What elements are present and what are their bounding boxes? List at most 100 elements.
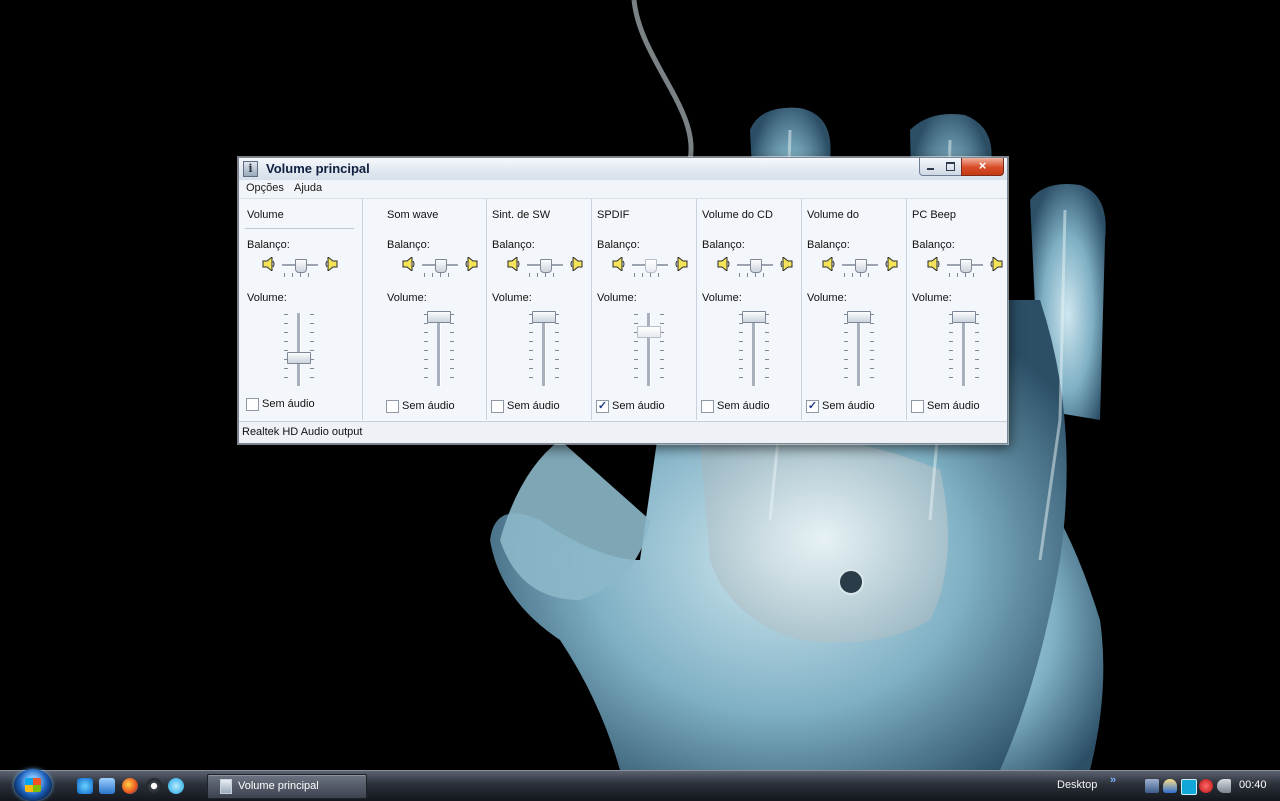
channel-strip: Som wave Balanço: Volume: Sem áudio xyxy=(382,199,487,420)
volume-app-icon xyxy=(220,779,232,794)
outlook-icon[interactable] xyxy=(99,778,115,794)
volume-ticks-left xyxy=(424,314,428,386)
volume-slider[interactable] xyxy=(842,311,878,389)
right-speaker-icon xyxy=(779,255,793,273)
start-button[interactable] xyxy=(14,769,52,801)
volume-mixer-window: i Volume principal × Opções Ajuda Volume… xyxy=(238,157,1008,444)
firefox-icon[interactable] xyxy=(122,778,138,794)
menu-bar: Opções Ajuda xyxy=(239,180,1007,199)
maximize-button[interactable] xyxy=(940,158,962,176)
network-icon[interactable] xyxy=(1145,779,1159,793)
divider xyxy=(245,228,354,229)
volume-ticks-left xyxy=(529,314,533,386)
volume-icon[interactable] xyxy=(1217,779,1231,793)
channel-strip: Volume do Balanço: Volume: ✓ Sem áudio xyxy=(802,199,907,420)
volume-ticks-left xyxy=(949,314,953,386)
status-text: Realtek HD Audio output xyxy=(242,426,363,438)
taskbar-button-volume-principal[interactable]: Volume principal xyxy=(207,774,367,799)
balance-slider[interactable] xyxy=(527,259,563,277)
title-bar[interactable]: i Volume principal × xyxy=(239,158,1007,181)
balance-thumb[interactable] xyxy=(750,259,762,273)
right-speaker-icon xyxy=(324,255,338,273)
desktop-toolbar-label[interactable]: Desktop xyxy=(1057,779,1097,791)
mute-label: Sem áudio xyxy=(717,400,770,412)
volume-slider[interactable] xyxy=(947,311,983,389)
balance-label: Balanço: xyxy=(492,239,535,251)
balance-slider[interactable] xyxy=(947,259,983,277)
mute-label: Sem áudio xyxy=(822,400,875,412)
volume-track xyxy=(752,313,756,386)
balance-thumb[interactable] xyxy=(435,259,447,273)
volume-ticks-right xyxy=(555,314,559,386)
mute-checkbox-box[interactable] xyxy=(246,398,259,411)
volume-thumb[interactable] xyxy=(847,311,871,323)
channel-name: Volume do CD xyxy=(702,209,773,221)
minimize-button[interactable] xyxy=(919,158,942,176)
clock[interactable]: 00:40 xyxy=(1239,779,1267,791)
volume-slider[interactable] xyxy=(422,311,458,389)
volume-slider[interactable] xyxy=(632,311,668,389)
security-icon[interactable] xyxy=(1163,779,1177,793)
left-speaker-icon xyxy=(822,255,836,273)
mute-label: Sem áudio xyxy=(262,398,315,410)
media-player-icon[interactable] xyxy=(146,778,162,794)
mute-checkbox-box[interactable] xyxy=(491,400,504,413)
balance-thumb[interactable] xyxy=(645,259,657,273)
channel-strip: SPDIF Balanço: Volume: ✓ Sem áudio xyxy=(592,199,697,420)
balance-ticks xyxy=(634,273,666,277)
volume-slider[interactable] xyxy=(737,311,773,389)
volume-label: Volume: xyxy=(492,292,532,304)
volume-track xyxy=(962,313,966,386)
balance-thumb[interactable] xyxy=(295,259,307,273)
mute-checkbox-box[interactable]: ✓ xyxy=(806,400,819,413)
volume-thumb[interactable] xyxy=(287,352,311,364)
maximize-icon xyxy=(946,162,955,171)
menu-ajuda[interactable]: Ajuda xyxy=(294,182,322,194)
volume-ticks-right xyxy=(765,314,769,386)
channel-strip-area: Volume Balanço: Volume: Sem áudio Som wave Ba… xyxy=(239,199,1007,420)
volume-label: Volume: xyxy=(702,292,742,304)
toolbar-chevron[interactable]: » xyxy=(1110,774,1116,786)
balance-slider[interactable] xyxy=(422,259,458,277)
balance-thumb[interactable] xyxy=(960,259,972,273)
volume-thumb[interactable] xyxy=(952,311,976,323)
volume-slider[interactable] xyxy=(527,311,563,389)
balance-ticks xyxy=(739,273,771,277)
balance-label: Balanço: xyxy=(912,239,955,251)
balance-slider[interactable] xyxy=(282,259,318,277)
balance-slider[interactable] xyxy=(632,259,668,277)
taskbar-button-label: Volume principal xyxy=(238,780,319,792)
left-speaker-icon xyxy=(402,255,416,273)
channel-strip: Volume do CD Balanço: Volume: Sem áudio xyxy=(697,199,802,420)
right-speaker-icon xyxy=(884,255,898,273)
mute-checkbox-box[interactable] xyxy=(911,400,924,413)
volume-ticks-right xyxy=(975,314,979,386)
close-button[interactable]: × xyxy=(961,158,1004,176)
volume-track xyxy=(647,313,651,386)
internet-explorer-icon[interactable] xyxy=(77,778,93,794)
channel-strip: Volume Balanço: Volume: Sem áudio xyxy=(242,199,363,420)
volume-track xyxy=(437,313,441,386)
volume-thumb[interactable] xyxy=(637,326,661,338)
menu-opcoes[interactable]: Opções xyxy=(246,182,284,194)
mute-checkbox-box[interactable]: ✓ xyxy=(596,400,609,413)
balance-slider[interactable] xyxy=(842,259,878,277)
balance-thumb[interactable] xyxy=(540,259,552,273)
balance-ticks xyxy=(424,273,456,277)
balance-thumb[interactable] xyxy=(855,259,867,273)
app-icon[interactable] xyxy=(1181,779,1197,795)
skype-icon[interactable] xyxy=(168,778,184,794)
volume-ticks-right xyxy=(310,314,314,386)
channel-name: Sint. de SW xyxy=(492,209,551,221)
mute-checkbox-box[interactable] xyxy=(386,400,399,413)
volume-thumb[interactable] xyxy=(532,311,556,323)
antivirus-icon[interactable] xyxy=(1199,779,1213,793)
volume-thumb[interactable] xyxy=(427,311,451,323)
balance-ticks xyxy=(844,273,876,277)
mute-checkbox-box[interactable] xyxy=(701,400,714,413)
volume-slider[interactable] xyxy=(282,311,318,389)
channel-name: SPDIF xyxy=(597,209,630,221)
balance-slider[interactable] xyxy=(737,259,773,277)
volume-thumb[interactable] xyxy=(742,311,766,323)
balance-ticks xyxy=(284,273,316,277)
